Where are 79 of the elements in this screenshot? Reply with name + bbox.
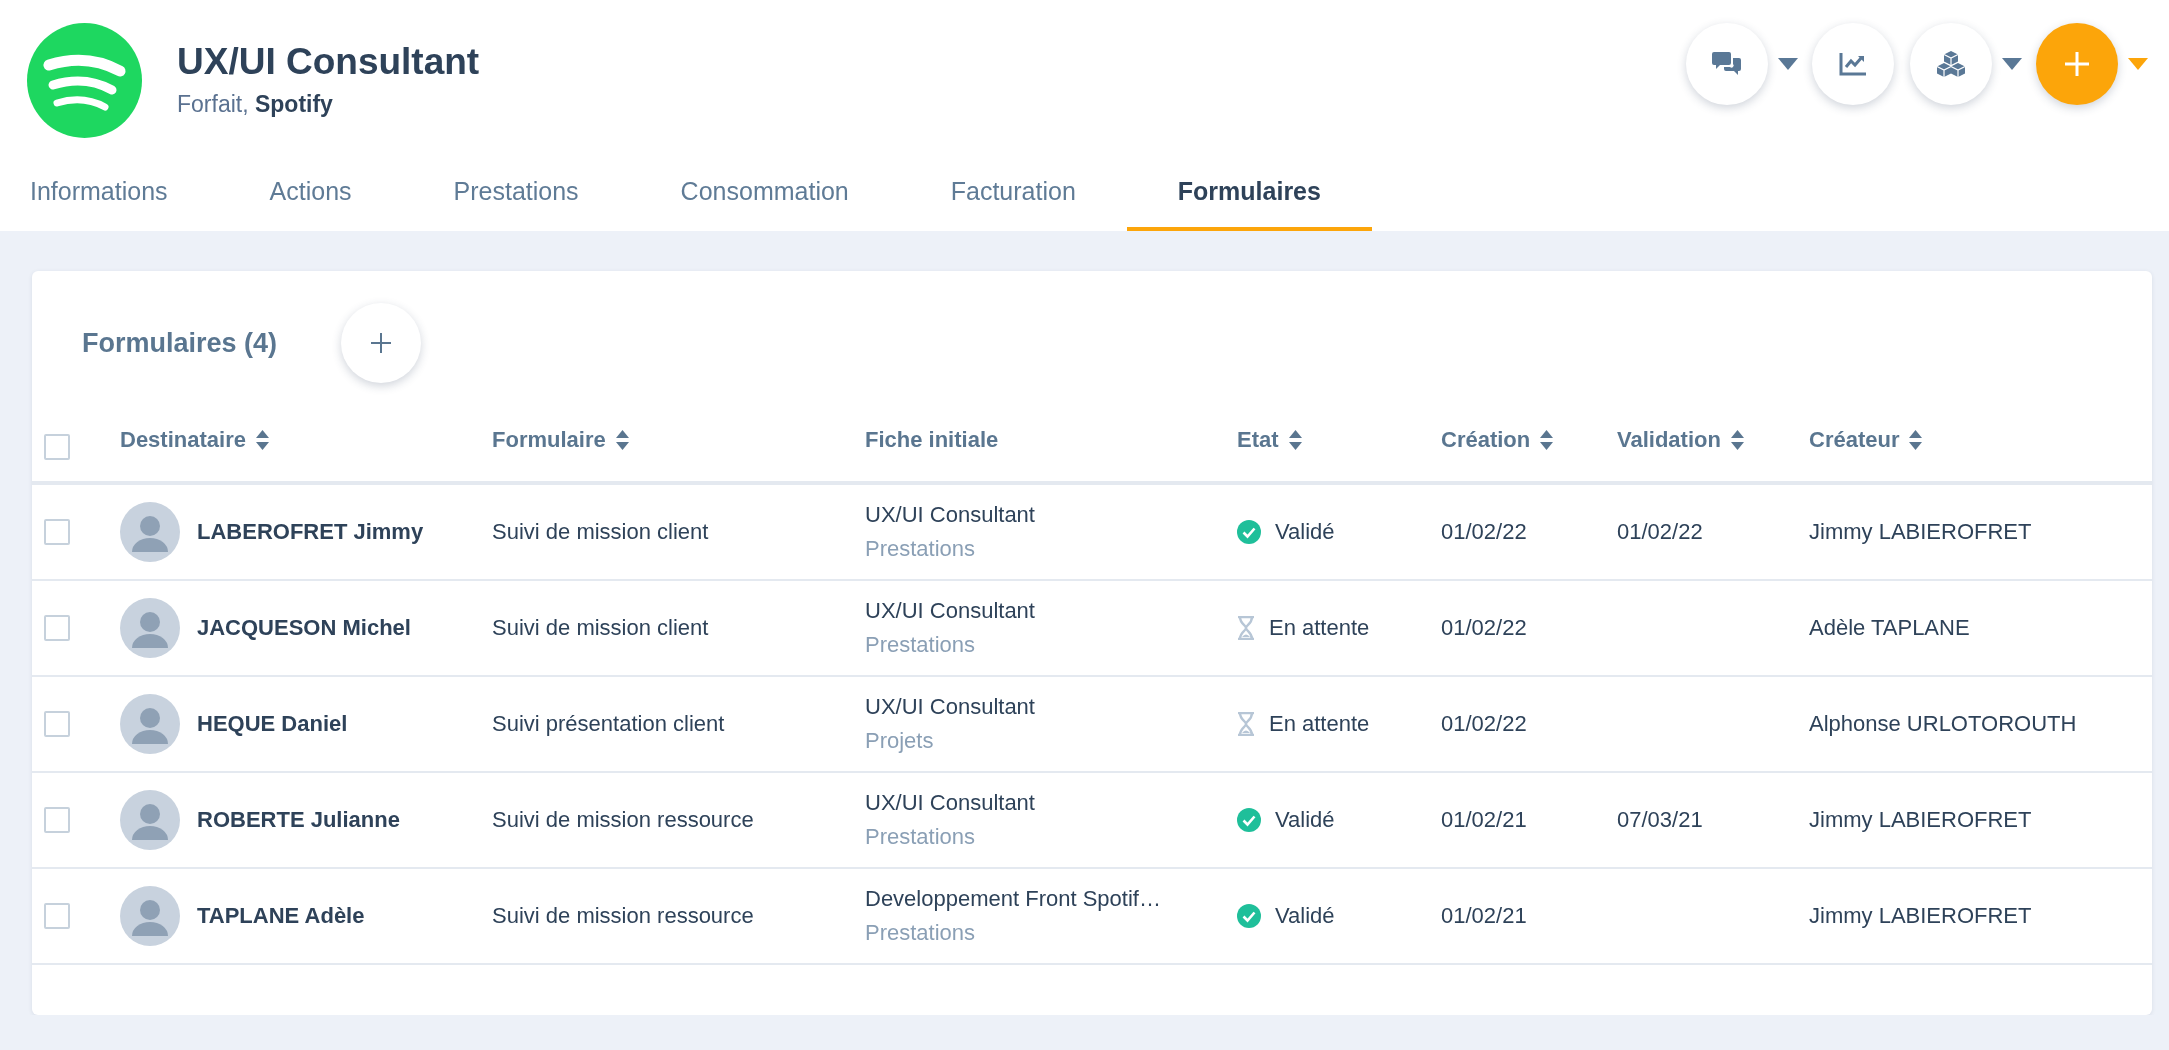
tab[interactable]: Actions (218, 154, 403, 231)
page-title: UX/UI Consultant (177, 40, 480, 84)
status-label: Validé (1275, 519, 1335, 545)
status-label: Validé (1275, 807, 1335, 833)
column-header[interactable]: Validation (1617, 427, 1744, 453)
record-section: Projets (865, 728, 934, 754)
sort-icon[interactable] (1540, 430, 1554, 450)
creation-date: 01/02/22 (1441, 711, 1527, 736)
creator-name: Jimmy LABIEROFRET (1809, 519, 2032, 544)
status-label: Validé (1275, 903, 1335, 929)
section-title: Formulaires (4) (82, 327, 278, 359)
status-label: En attente (1269, 615, 1370, 641)
recipient-name: TAPLANE Adèle (197, 903, 365, 929)
column-header[interactable]: Création (1441, 427, 1554, 453)
creation-date: 01/02/22 (1441, 615, 1527, 640)
tab[interactable]: Prestations (402, 154, 630, 231)
plus-icon (2063, 50, 2091, 78)
validation-date: 07/03/21 (1617, 807, 1703, 832)
recipient-name: ROBERTE Julianne (197, 807, 400, 833)
checkbox[interactable] (44, 807, 70, 833)
checkbox[interactable] (44, 615, 70, 641)
record-section: Prestations (865, 536, 976, 562)
creator-name: Alphonse URLOTOROUTH (1809, 711, 2077, 736)
sort-icon[interactable] (1730, 430, 1744, 450)
avatar (120, 502, 180, 562)
column-header: Fiche initiale (865, 427, 999, 453)
record-section: Prestations (865, 824, 976, 850)
column-header[interactable]: Formulaire (492, 427, 629, 453)
creation-date: 01/02/21 (1441, 903, 1527, 928)
creation-date: 01/02/22 (1441, 519, 1527, 544)
creator-name: Jimmy LABIEROFRET (1809, 903, 2032, 928)
form-name: Suivi présentation client (492, 711, 725, 736)
avatar (120, 598, 180, 658)
tab[interactable]: Formulaires (1126, 154, 1372, 231)
column-header[interactable]: Destinataire (120, 427, 269, 453)
cubes-icon (1936, 50, 1966, 78)
recipient-name: HEQUE Daniel (197, 711, 348, 737)
checkbox[interactable] (44, 711, 70, 737)
column-header[interactable]: Créateur (1809, 427, 1923, 453)
avatar (120, 886, 180, 946)
chat-button[interactable] (1686, 23, 1768, 105)
dropdown-caret-icon[interactable] (1778, 58, 1798, 70)
form-name: Suivi de mission ressource (492, 903, 754, 928)
creator-name: Adèle TAPLANE (1809, 615, 1970, 640)
recipient-name: JACQUESON Michel (197, 615, 411, 641)
sort-icon[interactable] (1288, 430, 1302, 450)
record-name: UX/UI Consultant (865, 694, 1035, 720)
record-name: UX/UI Consultant (865, 598, 1035, 624)
checkbox[interactable] (44, 519, 70, 545)
tab[interactable]: Facturation (899, 154, 1127, 231)
checkbox[interactable] (44, 903, 70, 929)
sort-icon[interactable] (255, 430, 269, 450)
record-name: UX/UI Consultant (865, 502, 1035, 528)
record-section: Prestations (865, 920, 976, 946)
creation-date: 01/02/21 (1441, 807, 1527, 832)
chart-button[interactable] (1812, 23, 1894, 105)
avatar (120, 790, 180, 850)
cubes-button[interactable] (1910, 23, 1992, 105)
record-section: Prestations (865, 632, 976, 658)
line-chart-icon (1839, 52, 1867, 76)
tab[interactable]: Informations (0, 154, 219, 231)
dropdown-caret-icon[interactable] (2002, 58, 2022, 70)
column-header[interactable]: Etat (1237, 427, 1302, 453)
form-name: Suivi de mission client (492, 519, 709, 544)
recipient-name: LABEROFRET Jimmy (197, 519, 424, 545)
record-name: Developpement Front Spotif… (865, 886, 1161, 912)
form-name: Suivi de mission ressource (492, 807, 754, 832)
tab[interactable]: Consommation (629, 154, 900, 231)
status-label: En attente (1269, 711, 1370, 737)
record-name: UX/UI Consultant (865, 790, 1035, 816)
form-name: Suivi de mission client (492, 615, 709, 640)
sort-icon[interactable] (615, 430, 629, 450)
page-subtitle: Forfait, Spotify (177, 91, 333, 118)
validation-date: 01/02/22 (1617, 519, 1703, 544)
logo-icon (27, 23, 142, 138)
creator-name: Jimmy LABIEROFRET (1809, 807, 2032, 832)
checkbox[interactable] (44, 434, 70, 460)
avatar (120, 694, 180, 754)
sort-icon[interactable] (1909, 430, 1923, 450)
